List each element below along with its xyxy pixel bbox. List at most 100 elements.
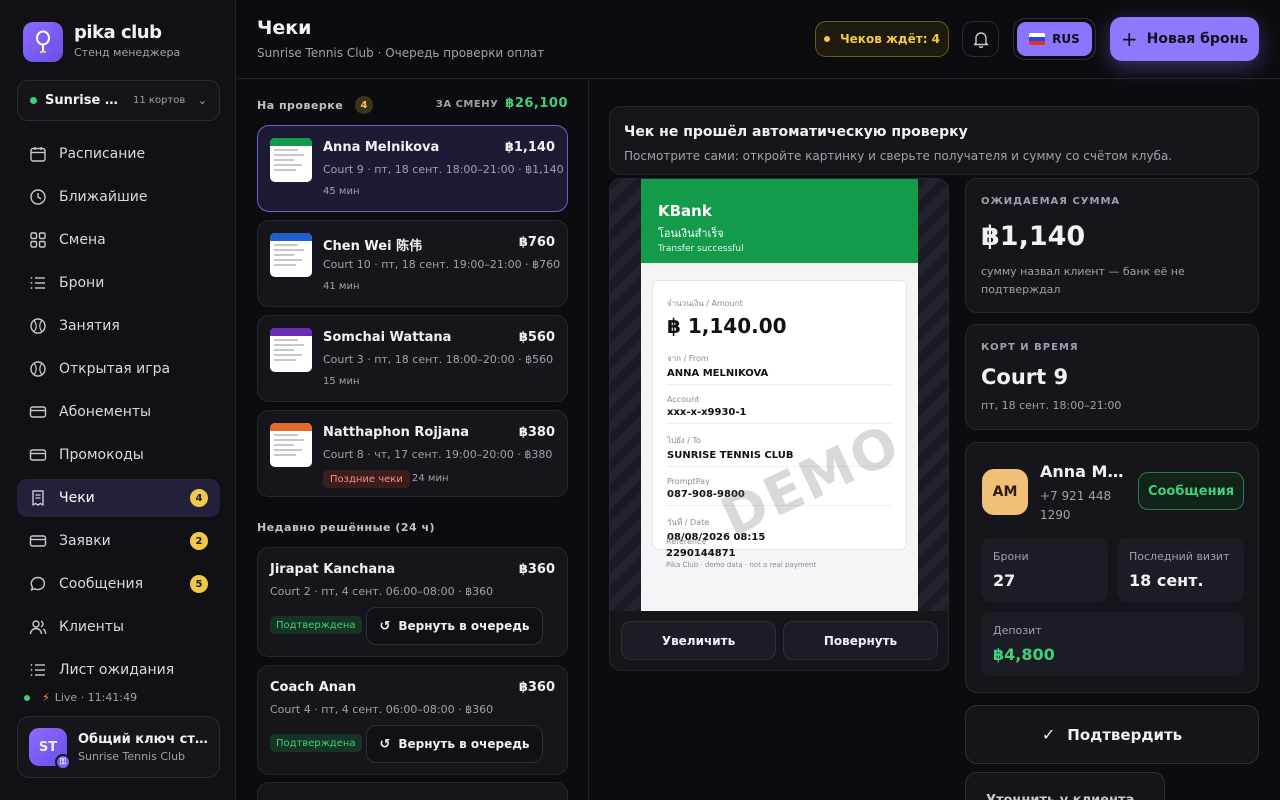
recent-card-meta: Court 4 · пт, 4 сент. 06:00–08:00 · ฿360 [270, 703, 494, 716]
receipt-footer: Pika Club · demo data · not a real payme… [666, 561, 817, 569]
sidebar-item[interactable]: Открытая игра [17, 350, 220, 388]
language-current[interactable]: RUS [1017, 22, 1092, 56]
queue-card[interactable]: Somchai Wattana ฿560 Court 3 · пт, 18 сент… [257, 315, 568, 402]
bolt-icon: ⚡ [42, 691, 50, 704]
sidebar-item[interactable]: Чеки 4 [17, 479, 220, 517]
queue-card-name: Anna Melnikova [323, 140, 440, 155]
sidebar-item[interactable]: Абонементы [17, 393, 220, 431]
return-to-queue-label: Вернуть в очередь [398, 619, 530, 633]
expected-amount-label: ОЖИДАЕМАЯ СУММА [981, 196, 1121, 207]
sidebar-item[interactable]: Ближайшие [17, 178, 220, 216]
sidebar-item[interactable]: Брони [17, 264, 220, 302]
sidebar-item[interactable]: Занятия [17, 307, 220, 345]
club-selector[interactable]: Sunrise Tennis Club 11 кортов ⌄ [17, 80, 220, 121]
shift-total-label: ЗА СМЕНУ [435, 99, 499, 110]
receipt-thumbnail [270, 328, 312, 372]
waiting-dot [823, 36, 830, 42]
recent-heading: Недавно решённые (24 ч) [257, 521, 436, 534]
waiting-receipts-pill[interactable]: Чеков ждёт: 4 [815, 21, 949, 57]
queue-heading-label: На проверке [257, 98, 344, 112]
clarify-button[interactable]: Уточнить у клиента [965, 772, 1165, 800]
queue-card[interactable]: Natthaphon Rojjana ฿380 Court 8 · чт, 17 с… [257, 410, 568, 497]
client-messages-button[interactable]: Сообщения [1138, 472, 1244, 510]
sidebar-item-label: Клиенты [59, 619, 124, 635]
sidebar-item[interactable]: Промокоды [17, 436, 220, 474]
sidebar-item[interactable]: Клиенты [17, 608, 220, 646]
client-name[interactable]: Anna Melnikova [1040, 462, 1130, 481]
sidebar-item-label: Брони [59, 275, 105, 291]
client-bookings-value: 27 [993, 571, 1016, 590]
new-booking-button[interactable]: + Новая бронь [1110, 17, 1259, 61]
bell-icon [973, 31, 988, 48]
account-card[interactable]: ST ⚿ Общий ключ стойки Sunrise Tennis Cl… [17, 716, 220, 778]
queue-card-amount: ฿380 [518, 425, 555, 440]
brand-name: pika club [74, 22, 162, 43]
sidebar-item[interactable]: Сообщения 5 [17, 565, 220, 603]
recent-card-name: Coach Anan [270, 680, 357, 695]
client-bookings: Брони 27 [981, 538, 1108, 602]
grid-icon [30, 232, 46, 248]
confirm-button[interactable]: ✓ Подтвердить [965, 705, 1259, 764]
receipt-ref: 2290144871 [666, 548, 736, 559]
account-avatar: ST ⚿ [29, 728, 71, 770]
account-initials: ST [38, 739, 58, 755]
sidebar-item[interactable]: Заявки 2 [17, 522, 220, 560]
queue-card[interactable]: Chen Wei 陈伟 ฿760 Court 10 · пт, 18 сент. 1… [257, 220, 568, 307]
brand-subtitle: Стенд менеджера [74, 46, 181, 59]
client-avatar: AM [982, 469, 1028, 515]
sidebar-item-label: Промокоды [59, 447, 144, 463]
sidebar: pika club Стенд менеджера Sunrise Tennis… [0, 0, 236, 800]
recent-card[interactable]: Coach Anan ฿360 Court 4 · пт, 4 сент. 06:0… [257, 665, 568, 775]
notice-title: Чек не прошёл автоматическую проверку [624, 124, 968, 140]
sidebar-item-badge: 5 [190, 575, 208, 593]
expected-amount-card: ОЖИДАЕМАЯ СУММА ฿1,140 сумму назвал клие… [965, 178, 1259, 313]
queue-card-amount: ฿1,140 [504, 140, 555, 155]
sidebar-item[interactable]: Лист ожидания [17, 651, 220, 689]
recent-card[interactable]: Jirapat Kanchana ฿360 Court 2 · пт, 4 сент… [257, 547, 568, 657]
sidebar-item[interactable]: Смена [17, 221, 220, 259]
sidebar-item-label: Сообщения [59, 576, 144, 592]
flag-ru-icon [1029, 33, 1046, 45]
queue-card-meta: Court 3 · пт, 18 сент. 18:00–20:00 · ฿56… [323, 353, 554, 366]
expected-amount-note: сумму назвал клиент — банк её не подтвер… [981, 265, 1185, 296]
language-label: RUS [1052, 32, 1080, 46]
notifications-button[interactable] [962, 21, 999, 57]
return-to-queue-button[interactable]: ↺ Вернуть в очередь [366, 607, 543, 645]
sidebar-item[interactable]: Расписание [17, 135, 220, 173]
return-to-queue-label: Вернуть в очередь [398, 737, 530, 751]
sidebar-item-label: Открытая игра [59, 361, 171, 377]
plus-icon: + [1120, 27, 1138, 51]
sidebar-item-label: Чеки [59, 490, 95, 506]
queue-card-amount: ฿760 [518, 235, 555, 250]
queue-count-badge: 4 [355, 96, 374, 114]
receipt-from-label: จาก / From [667, 354, 709, 363]
auto-check-failed-notice: Чек не прошёл автоматическую проверку По… [609, 106, 1259, 175]
chat-icon [30, 576, 46, 591]
queue-card[interactable]: Anna Melnikova ฿1,140 Court 9 · пт, 18 сен… [257, 125, 568, 212]
calendar-icon [30, 147, 46, 162]
language-switch[interactable]: RUS [1013, 18, 1096, 60]
live-status: ⚡ Live · 11:41:49 [24, 691, 137, 704]
card-icon [29, 535, 47, 547]
rotate-button[interactable]: Повернуть [783, 621, 938, 660]
zoom-button[interactable]: Увеличить [621, 621, 776, 660]
tennis-racket-icon [36, 30, 50, 53]
receipt-account: xxx-x-x9930-1 [667, 407, 892, 424]
new-booking-label: Новая бронь [1146, 31, 1249, 47]
waiting-label: Чеков ждёт: 4 [839, 32, 941, 46]
queue-card-name: Natthaphon Rojjana [323, 425, 470, 440]
sidebar-item-badge: 4 [190, 489, 208, 507]
queue-card-wait: 45 мин [323, 186, 360, 197]
return-to-queue-button[interactable]: ↺ Вернуть в очередь [366, 725, 543, 763]
club-name: Sunrise Tennis Club [45, 93, 121, 108]
receipt-image[interactable]: KBank โอนเงินสำเร็จ Transfer successful … [641, 179, 918, 611]
list-item[interactable] [257, 782, 568, 800]
confirm-label: Подтвердить [1067, 725, 1183, 744]
club-courts: 11 кортов [133, 95, 186, 106]
receipt-amount-label: จำนวนเงิน / Amount [667, 299, 743, 308]
logo [23, 22, 63, 62]
ball-icon [30, 361, 46, 377]
page-subtitle: Sunrise Tennis Club · Очередь проверки о… [257, 46, 545, 60]
client-last-visit-value: 18 сент. [1129, 571, 1204, 590]
receipt-bank: KBank [658, 202, 712, 220]
